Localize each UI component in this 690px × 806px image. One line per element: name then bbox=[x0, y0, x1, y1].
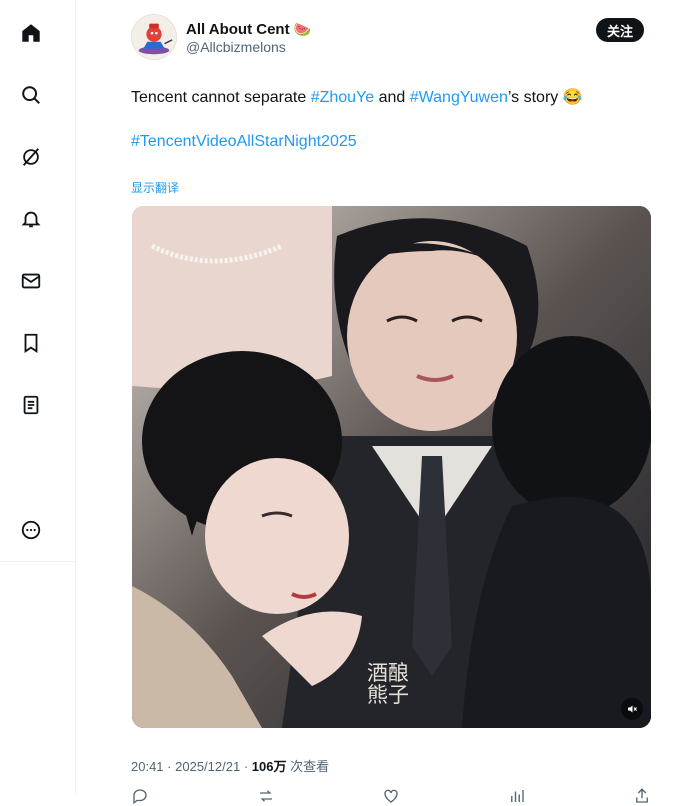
author-name-text: All About Cent bbox=[186, 21, 290, 38]
muted-speaker-icon bbox=[628, 705, 637, 713]
bell-icon[interactable] bbox=[11, 199, 51, 239]
like-button[interactable] bbox=[382, 786, 400, 806]
tweet-video[interactable]: 酒酿 熊子 bbox=[132, 206, 651, 728]
share-icon bbox=[636, 788, 648, 803]
views-icon bbox=[510, 790, 524, 802]
mail-icon[interactable] bbox=[11, 261, 51, 301]
heart-icon bbox=[384, 789, 398, 803]
watermark-line-2: 熊子 bbox=[367, 683, 409, 707]
more-icon[interactable] bbox=[11, 510, 51, 550]
hashtag-wangyuwen[interactable]: #WangYuwen bbox=[410, 89, 508, 106]
share-button[interactable] bbox=[633, 786, 651, 806]
sidebar-divider bbox=[0, 561, 76, 562]
views-button[interactable] bbox=[508, 786, 526, 806]
repost-icon bbox=[259, 790, 272, 802]
views-label: 次查看 bbox=[290, 759, 330, 774]
search-icon[interactable] bbox=[11, 75, 51, 115]
bookmark-icon[interactable] bbox=[11, 323, 51, 363]
watermark-line-1: 酒酿 bbox=[367, 661, 409, 685]
laughing-emoji: 😂 bbox=[562, 89, 583, 106]
reply-button[interactable] bbox=[131, 786, 149, 806]
watermelon-emoji: 🍉 bbox=[293, 21, 312, 37]
grok-icon[interactable] bbox=[11, 137, 51, 177]
author-display-name[interactable]: All About Cent 🍉 bbox=[186, 21, 311, 38]
reply-icon bbox=[133, 789, 147, 805]
hashtag-zhouye[interactable]: #ZhouYe bbox=[311, 89, 374, 106]
tweet-date[interactable]: 2025/12/21 bbox=[175, 759, 240, 774]
tweet-text: Tencent cannot separate #ZhouYe and #Wan… bbox=[131, 88, 583, 108]
home-icon[interactable] bbox=[11, 13, 51, 53]
video-frame bbox=[132, 206, 651, 728]
tweet-detail: All About Cent 🍉 @Allcbizmelons 关注 Tence… bbox=[77, 0, 690, 805]
follow-button[interactable]: 关注 bbox=[596, 18, 644, 42]
left-navigation bbox=[0, 0, 76, 795]
avatar[interactable] bbox=[131, 14, 177, 60]
author-handle[interactable]: @Allcbizmelons bbox=[186, 39, 286, 55]
tweet-text-after: ’s story bbox=[507, 89, 559, 106]
meta-separator: · bbox=[243, 759, 252, 774]
view-count: 106万 bbox=[251, 759, 287, 774]
show-translation-link[interactable]: 显示翻译 bbox=[131, 179, 179, 196]
tweet-actions bbox=[131, 786, 651, 806]
tweet-time[interactable]: 20:41 bbox=[131, 759, 164, 774]
tweet-text-mid: and bbox=[374, 89, 410, 106]
tweet-meta: 20:41 · 2025/12/21 · 106万 次查看 bbox=[131, 756, 329, 775]
repost-button[interactable] bbox=[257, 786, 275, 806]
hashtag-tencentvideoallstarnight2025[interactable]: #TencentVideoAllStarNight2025 bbox=[131, 133, 357, 151]
list-icon[interactable] bbox=[11, 385, 51, 425]
mute-toggle[interactable] bbox=[621, 698, 643, 720]
tweet-text-before: Tencent cannot separate bbox=[131, 89, 311, 106]
video-watermark: 酒酿 熊子 bbox=[332, 662, 444, 714]
meta-separator: · bbox=[167, 759, 176, 774]
